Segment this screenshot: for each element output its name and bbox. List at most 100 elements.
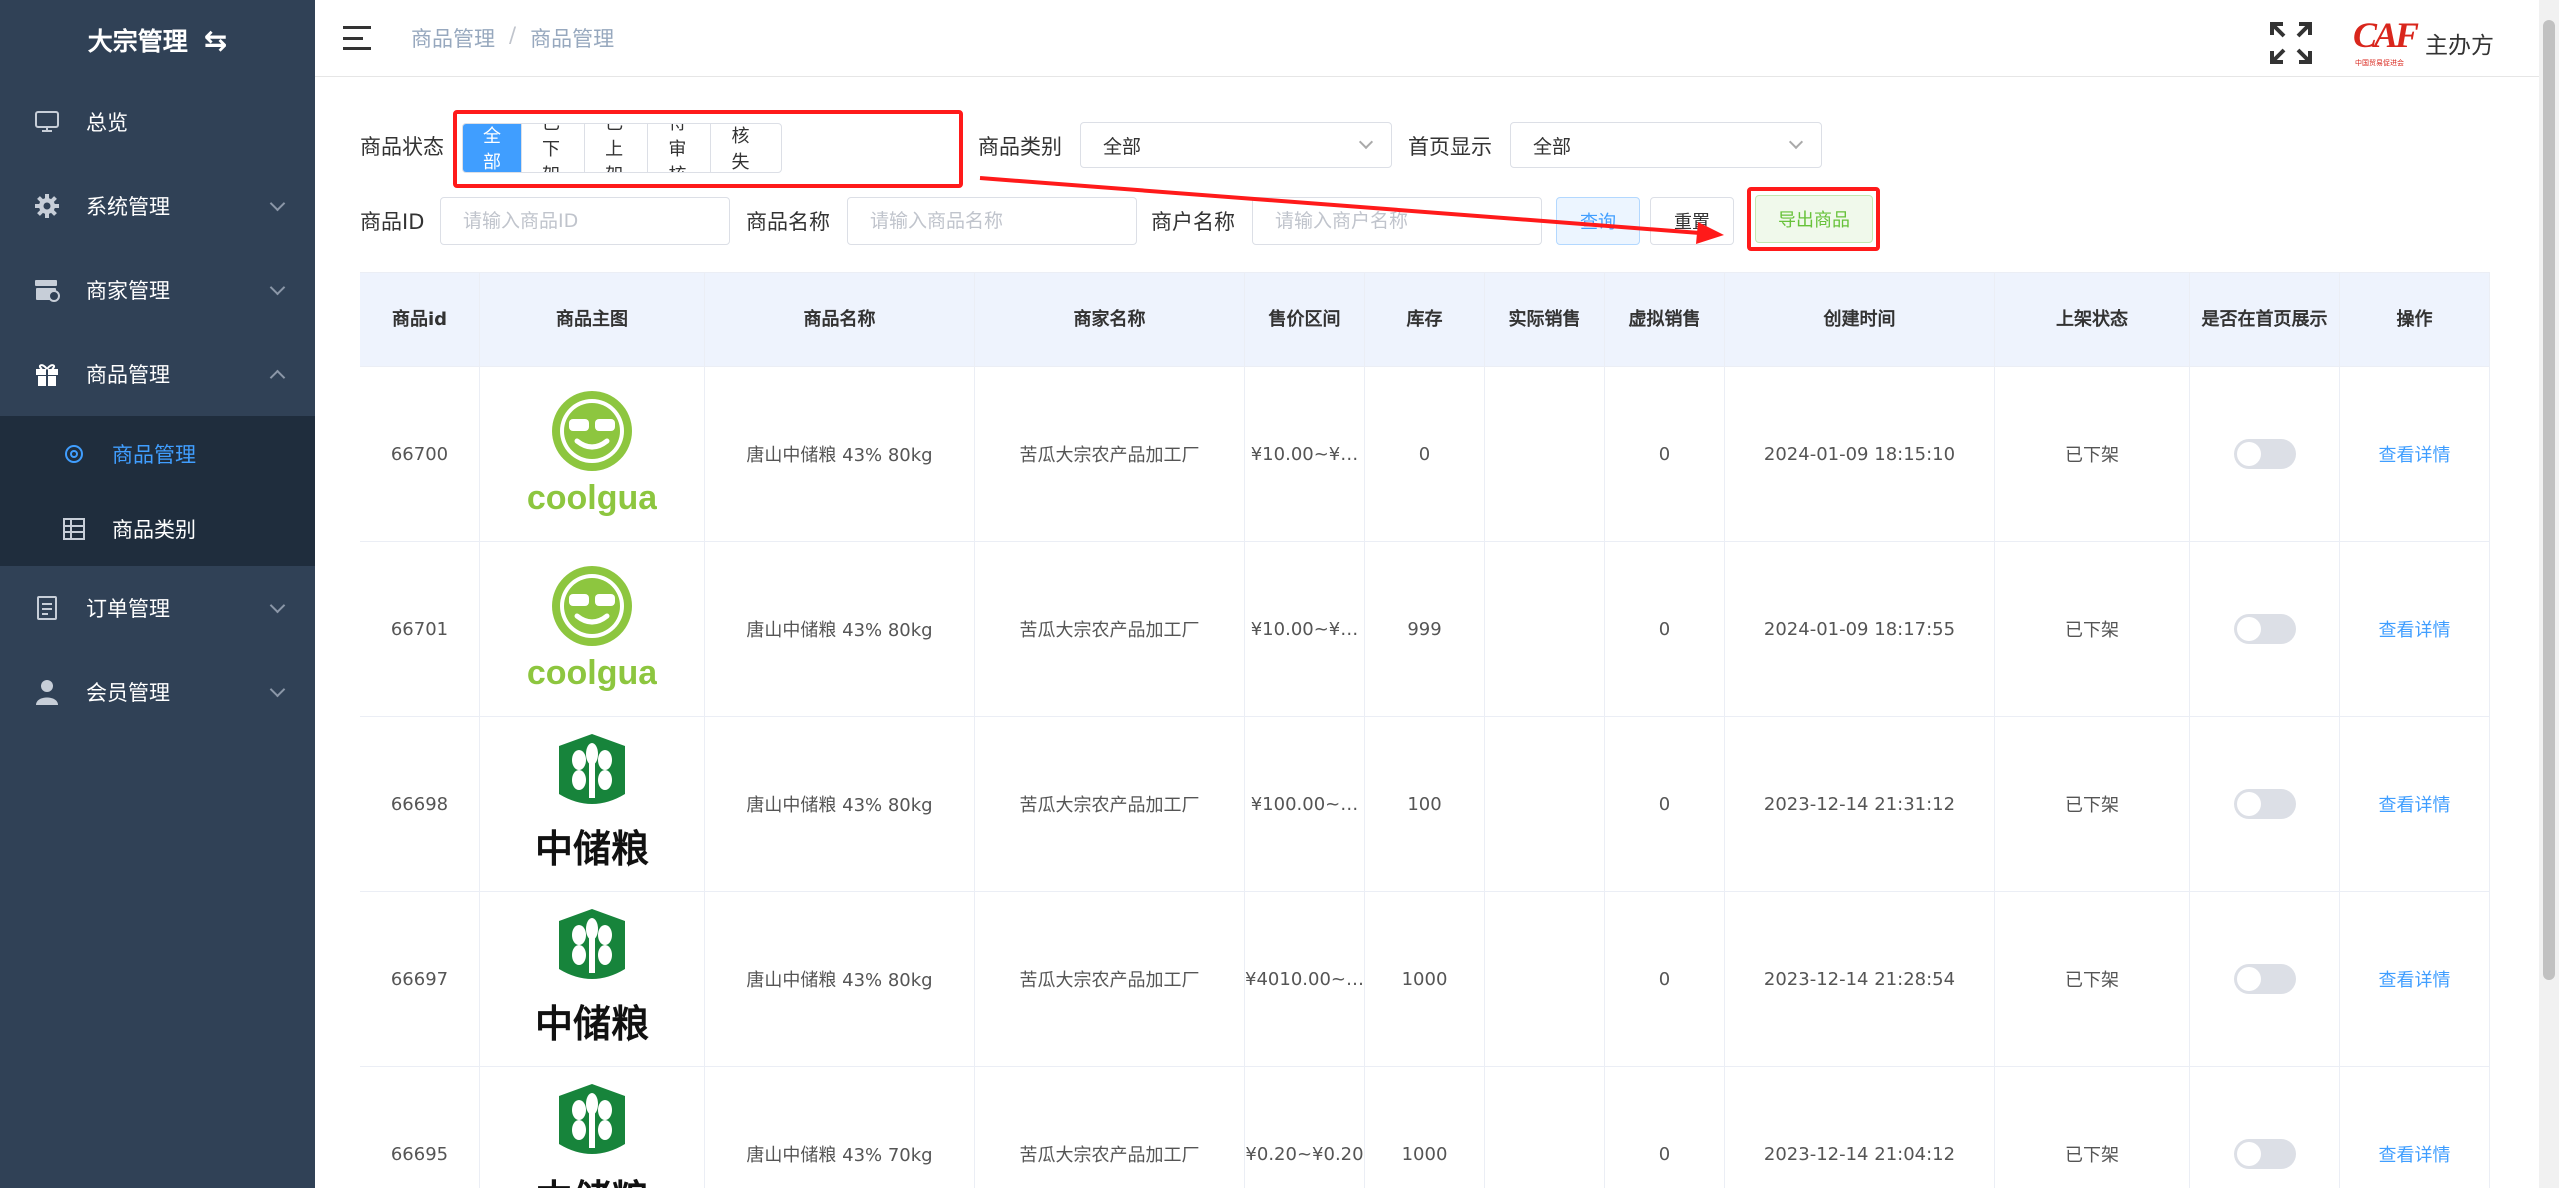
scrollbar[interactable] (2539, 0, 2559, 1188)
view-details-link[interactable]: 查看详情 (2379, 441, 2451, 467)
coolgua-logo-text: coolgua (527, 654, 657, 692)
cell-id: 66700 (360, 367, 480, 541)
cell-status: 已下架 (1995, 542, 2190, 716)
cell-created: 2023-12-14 21:31:12 (1725, 717, 1995, 891)
sinograin-logo-text: 中储粮 (535, 827, 649, 871)
cell-real (1485, 717, 1605, 891)
cell-action: 查看详情 (2340, 892, 2490, 1066)
sinograin-logo: 中储粮 (527, 1084, 657, 1188)
cell-name: 唐山中储粮 43% 70kg (705, 1067, 975, 1188)
cell-action: 查看详情 (2340, 1067, 2490, 1188)
cell-merchant: 苦瓜大宗农产品加工厂 (975, 717, 1245, 891)
column-header: 上架状态 (1995, 273, 2190, 366)
cell-image: 中储粮 (480, 892, 705, 1066)
view-details-link[interactable]: 查看详情 (2379, 1141, 2451, 1167)
cell-home-display (2190, 367, 2340, 541)
cell-id: 66695 (360, 1067, 480, 1188)
table-row: 66701 coolgua 唐山中储粮 43% 80kg 苦瓜大宗农产品加工厂 ¥10.… (360, 542, 2490, 717)
cell-status: 已下架 (1995, 717, 2190, 891)
column-header: 商品主图 (480, 273, 705, 366)
cell-real (1485, 367, 1605, 541)
sinograin-logo: 中储粮 (527, 734, 657, 874)
sinograin-logo-text: 中储粮 (535, 1177, 649, 1188)
cell-stock: 100 (1365, 717, 1485, 891)
cell-action: 查看详情 (2340, 542, 2490, 716)
cell-virtual: 0 (1605, 542, 1725, 716)
coolgua-logo: coolgua (527, 559, 657, 699)
coolgua-logo: coolgua (527, 384, 657, 524)
table-row: 66698 中储粮 唐山中储粮 43% 80kg 苦瓜大宗农产品加工厂 ¥100.00~… (360, 717, 2490, 892)
cell-name: 唐山中储粮 43% 80kg (705, 892, 975, 1066)
table-row: 66697 中储粮 唐山中储粮 43% 80kg 苦瓜大宗农产品加工厂 ¥4010.00… (360, 892, 2490, 1067)
cell-stock: 1000 (1365, 892, 1485, 1066)
cell-id: 66698 (360, 717, 480, 891)
column-header: 售价区间 (1245, 273, 1365, 366)
table-row: 66695 中储粮 唐山中储粮 43% 70kg苦瓜大宗农产品加工厂¥0.20~¥0… (360, 1067, 2490, 1188)
column-header: 商品名称 (705, 273, 975, 366)
sinograin-logo: 中储粮 (527, 909, 657, 1049)
column-header: 创建时间 (1725, 273, 1995, 366)
table-row: 66700 coolgua 唐山中储粮 43% 80kg 苦瓜大宗农产品加工厂 ¥10.… (360, 367, 2490, 542)
cell-price: ¥10.00~¥… (1245, 367, 1365, 541)
table-header: 商品id 商品主图 商品名称 商家名称 售价区间 库存 实际销售 虚拟销售 创建时间 上架状态 是否… (360, 272, 2490, 367)
cell-real (1485, 542, 1605, 716)
home-display-toggle[interactable] (2233, 964, 2296, 994)
cell-image: 中储粮 (480, 717, 705, 891)
column-header: 商家名称 (975, 273, 1245, 366)
column-header: 库存 (1365, 273, 1485, 366)
cell-name: 唐山中储粮 43% 80kg (705, 367, 975, 541)
cell-stock: 999 (1365, 542, 1485, 716)
cell-virtual: 0 (1605, 717, 1725, 891)
cell-image: 中储粮 (480, 1067, 705, 1188)
cell-image: coolgua (480, 367, 705, 541)
goods-table: 商品id 商品主图 商品名称 商家名称 售价区间 库存 实际销售 虚拟销售 创建时间 上架状态 是否… (360, 272, 2490, 1188)
cell-stock: 0 (1365, 367, 1485, 541)
scrollbar-thumb[interactable] (2543, 20, 2555, 980)
home-display-toggle[interactable] (2233, 439, 2296, 469)
cell-created: 2023-12-14 21:28:54 (1725, 892, 1995, 1066)
cell-status: 已下架 (1995, 367, 2190, 541)
column-header: 是否在首页展示 (2190, 273, 2340, 366)
table-body: 66700 coolgua 唐山中储粮 43% 80kg 苦瓜大宗农产品加工厂 ¥10.… (360, 367, 2490, 1188)
cell-name: 唐山中储粮 43% 80kg (705, 717, 975, 891)
cell-price: ¥100.00~… (1245, 717, 1365, 891)
cell-status: 已下架 (1995, 892, 2190, 1066)
cell-merchant: 苦瓜大宗农产品加工厂 (975, 892, 1245, 1066)
cell-merchant: 苦瓜大宗农产品加工厂 (975, 542, 1245, 716)
cell-home-display (2190, 542, 2340, 716)
cell-price: ¥0.20~¥0.20 (1245, 1067, 1365, 1188)
home-display-toggle[interactable] (2233, 614, 2296, 644)
view-details-link[interactable]: 查看详情 (2379, 616, 2451, 642)
cell-created: 2023-12-14 21:04:12 (1725, 1067, 1995, 1188)
cell-id: 66697 (360, 892, 480, 1066)
cell-id: 66701 (360, 542, 480, 716)
cell-virtual: 0 (1605, 1067, 1725, 1188)
cell-stock: 1000 (1365, 1067, 1485, 1188)
view-details-link[interactable]: 查看详情 (2379, 966, 2451, 992)
cell-merchant: 苦瓜大宗农产品加工厂 (975, 1067, 1245, 1188)
column-header: 实际销售 (1485, 273, 1605, 366)
cell-created: 2024-01-09 18:17:55 (1725, 542, 1995, 716)
cell-price: ¥4010.00~… (1245, 892, 1365, 1066)
column-header: 操作 (2340, 273, 2490, 366)
home-display-toggle[interactable] (2233, 1139, 2296, 1169)
coolgua-logo-text: coolgua (527, 479, 657, 517)
cell-virtual: 0 (1605, 892, 1725, 1066)
cell-home-display (2190, 1067, 2340, 1188)
cell-real (1485, 1067, 1605, 1188)
cell-created: 2024-01-09 18:15:10 (1725, 367, 1995, 541)
sinograin-logo-text: 中储粮 (535, 1002, 649, 1046)
cell-real (1485, 892, 1605, 1066)
column-header: 虚拟销售 (1605, 273, 1725, 366)
cell-name: 唐山中储粮 43% 80kg (705, 542, 975, 716)
cell-home-display (2190, 717, 2340, 891)
cell-home-display (2190, 892, 2340, 1066)
home-display-toggle[interactable] (2233, 789, 2296, 819)
cell-merchant: 苦瓜大宗农产品加工厂 (975, 367, 1245, 541)
cell-action: 查看详情 (2340, 367, 2490, 541)
cell-action: 查看详情 (2340, 717, 2490, 891)
column-header: 商品id (360, 273, 480, 366)
cell-price: ¥10.00~¥… (1245, 542, 1365, 716)
view-details-link[interactable]: 查看详情 (2379, 791, 2451, 817)
cell-virtual: 0 (1605, 367, 1725, 541)
